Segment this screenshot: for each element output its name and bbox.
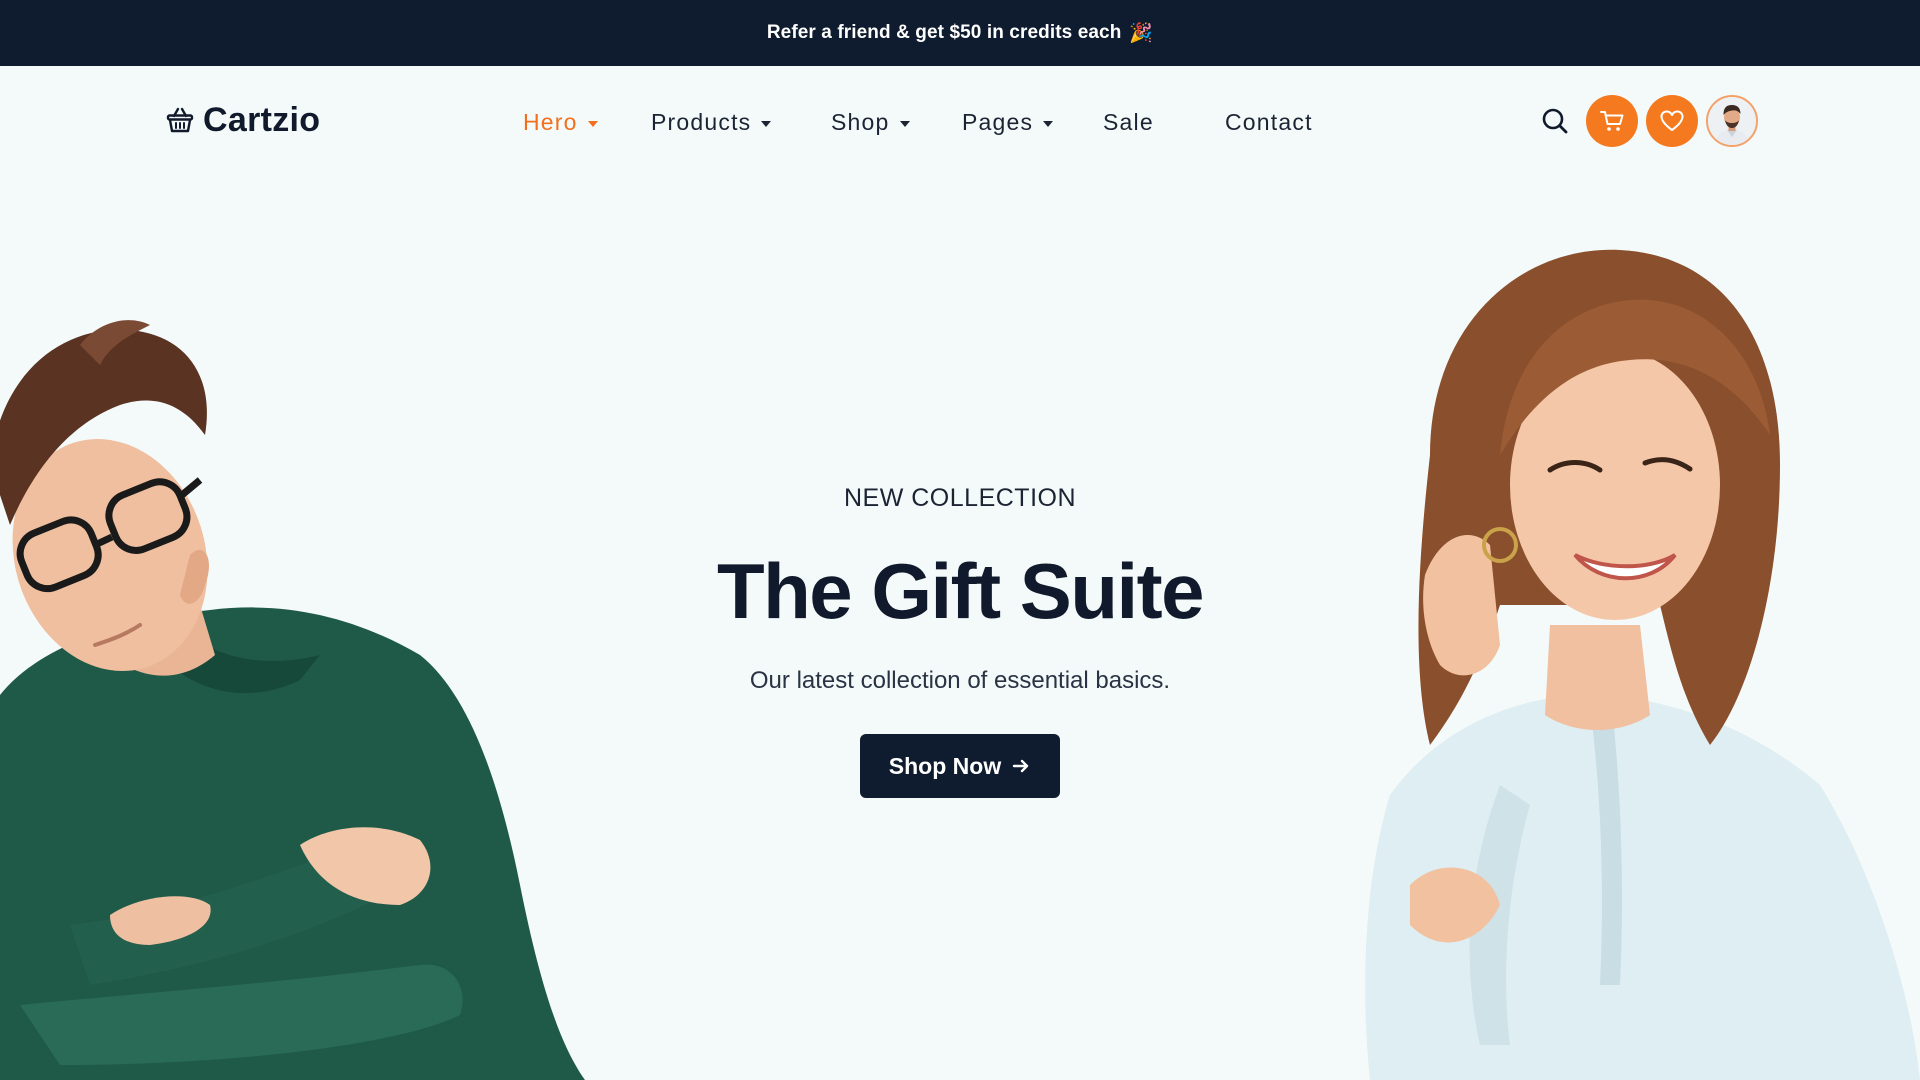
nav-item-pages[interactable]: Pages	[962, 102, 1054, 142]
nav-item-label: Shop	[831, 108, 890, 135]
nav-item-label: Contact	[1225, 108, 1313, 135]
caret-down-icon	[1043, 120, 1054, 127]
hero-image-man	[0, 320, 585, 1080]
header-actions	[1538, 94, 1758, 148]
cart-icon	[1600, 111, 1624, 131]
site-header: Cartzio Hero Products Shop Pages Sale Co…	[0, 66, 1920, 174]
shop-now-button[interactable]: Shop Now	[860, 734, 1060, 798]
caret-down-icon	[761, 120, 772, 127]
search-button[interactable]	[1538, 104, 1572, 138]
hero-eyebrow: NEW COLLECTION	[843, 484, 1077, 512]
wishlist-button[interactable]	[1646, 95, 1698, 147]
nav-item-shop[interactable]: Shop	[831, 102, 910, 142]
arrow-right-icon	[1013, 759, 1029, 773]
nav-item-products[interactable]: Products	[651, 102, 772, 142]
basket-icon	[166, 107, 194, 133]
party-popper-icon: 🎉	[1129, 23, 1154, 44]
nav-item-sale[interactable]: Sale	[1103, 102, 1154, 142]
brand-logo[interactable]: Cartzio	[165, 98, 320, 142]
cart-button[interactable]	[1586, 95, 1638, 147]
search-icon	[1542, 108, 1568, 134]
user-avatar[interactable]	[1706, 95, 1758, 147]
caret-down-icon	[587, 120, 598, 127]
hero-image-woman	[1365, 249, 1920, 1080]
avatar-image	[1708, 97, 1756, 145]
hero-subtitle: Our latest collection of essential basic…	[749, 667, 1171, 694]
brand-name: Cartzio	[203, 100, 321, 139]
caret-down-icon	[899, 120, 910, 127]
nav-item-contact[interactable]: Contact	[1225, 102, 1313, 142]
nav-item-label: Products	[651, 108, 752, 135]
nav-item-hero[interactable]: Hero	[523, 102, 598, 142]
promo-text: Refer a friend & get $50 in credits each	[766, 22, 1122, 43]
nav-item-label: Sale	[1103, 108, 1154, 135]
hero-title: The Gift Suite	[717, 547, 1205, 635]
shop-now-label: Shop Now	[888, 752, 1002, 779]
heart-icon	[1660, 110, 1684, 132]
promo-bar: Refer a friend & get $50 in credits each…	[0, 0, 1920, 66]
nav-item-label: Hero	[523, 108, 578, 135]
nav-item-label: Pages	[962, 108, 1034, 135]
hero-content: NEW COLLECTION The Gift Suite Our latest…	[660, 480, 1260, 798]
